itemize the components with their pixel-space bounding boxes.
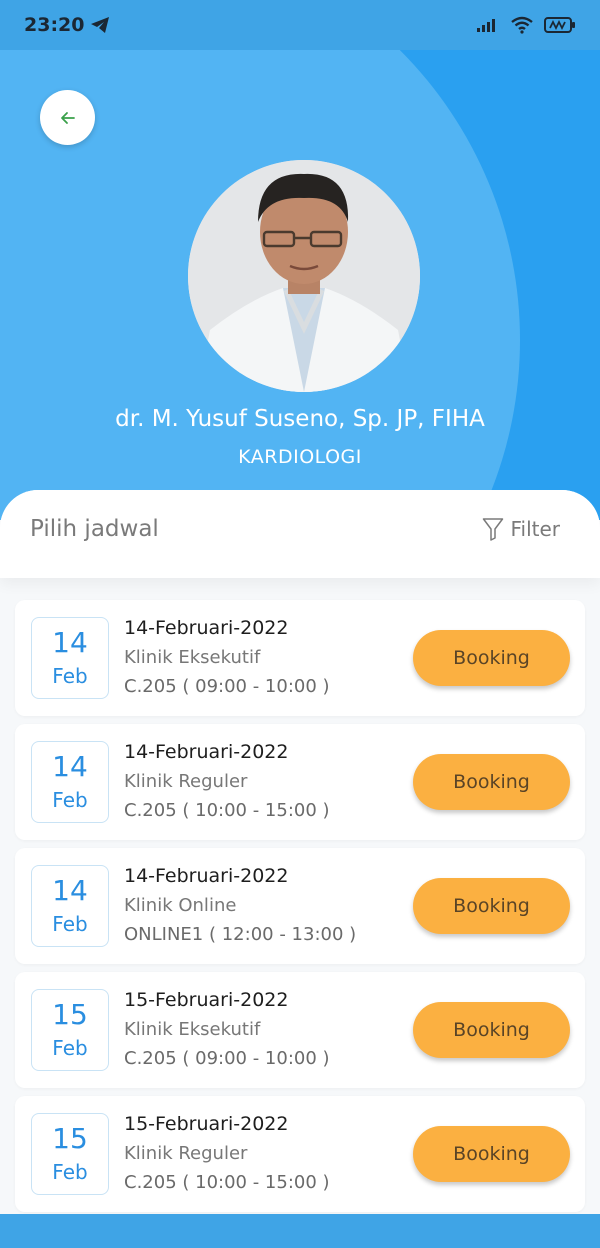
booking-button[interactable]: Booking	[413, 630, 570, 686]
schedule-info: 14-Februari-2022 Klinik Reguler C.205 ( …	[124, 738, 330, 825]
schedule-date: 14-Februari-2022	[124, 617, 289, 639]
room-time: ONLINE1 ( 12:00 - 13:00 )	[124, 924, 357, 945]
schedule-card: 14 Feb 14-Februari-2022 Klinik Reguler C…	[15, 724, 585, 840]
schedule-card: 15 Feb 15-Februari-2022 Klinik Reguler C…	[15, 1096, 585, 1212]
room-time: C.205 ( 10:00 - 15:00 )	[124, 1172, 330, 1193]
clinic-name: Klinik Eksekutif	[124, 1019, 261, 1040]
date-day: 14	[52, 874, 88, 907]
filter-label: Filter	[510, 517, 560, 541]
schedule-date: 14-Februari-2022	[124, 741, 289, 763]
room-time: C.205 ( 10:00 - 15:00 )	[124, 800, 330, 821]
schedule-header: Pilih jadwal Filter	[0, 490, 600, 578]
status-icons	[476, 16, 576, 34]
room-time: C.205 ( 09:00 - 10:00 )	[124, 1048, 330, 1069]
battery-icon	[544, 17, 575, 33]
schedule-info: 15-Februari-2022 Klinik Eksekutif C.205 …	[124, 986, 330, 1073]
schedule-card: 14 Feb 14-Februari-2022 Klinik Online ON…	[15, 848, 585, 964]
clock-text: 23:20	[24, 14, 85, 36]
doctor-specialty: KARDIOLOGI	[238, 446, 362, 468]
date-badge: 14 Feb	[31, 865, 109, 947]
booking-button[interactable]: Booking	[413, 1126, 570, 1182]
date-month: Feb	[52, 1160, 88, 1184]
back-button[interactable]	[40, 90, 95, 145]
date-badge: 14 Feb	[31, 741, 109, 823]
room-time: C.205 ( 09:00 - 10:00 )	[124, 676, 330, 697]
schedule-panel: Pilih jadwal Filter 14 Feb 14-Februari-2…	[0, 490, 600, 1220]
date-day: 14	[52, 750, 88, 783]
booking-button[interactable]: Booking	[413, 878, 570, 934]
schedule-info: 14-Februari-2022 Klinik Online ONLINE1 (…	[124, 862, 356, 949]
telegram-icon	[91, 17, 110, 33]
date-badge: 14 Feb	[31, 617, 109, 699]
funnel-icon	[483, 518, 504, 541]
date-month: Feb	[52, 788, 88, 812]
schedule-card: 14 Feb 14-Februari-2022 Klinik Eksekutif…	[15, 600, 585, 716]
signal-icon	[477, 19, 495, 32]
booking-button[interactable]: Booking	[413, 1002, 570, 1058]
doctor-name: dr. M. Yusuf Suseno, Sp. JP, FIHA	[115, 406, 485, 432]
clinic-name: Klinik Online	[124, 895, 237, 916]
status-time: 23:20	[24, 14, 110, 36]
date-badge: 15 Feb	[31, 989, 109, 1071]
schedule-list: 14 Feb 14-Februari-2022 Klinik Eksekutif…	[15, 600, 585, 1220]
arrow-left-icon	[60, 111, 75, 124]
schedule-date: 15-Februari-2022	[124, 989, 289, 1011]
date-month: Feb	[52, 912, 88, 936]
date-badge: 15 Feb	[31, 1113, 109, 1195]
schedule-info: 14-Februari-2022 Klinik Eksekutif C.205 …	[124, 614, 330, 701]
date-day: 15	[52, 1122, 88, 1155]
schedule-date: 15-Februari-2022	[124, 1113, 289, 1135]
date-day: 15	[52, 998, 88, 1031]
schedule-info: 15-Februari-2022 Klinik Reguler C.205 ( …	[124, 1110, 330, 1197]
booking-button[interactable]: Booking	[413, 754, 570, 810]
bottom-navigation-bar	[0, 1214, 600, 1248]
date-month: Feb	[52, 664, 88, 688]
schedule-card: 15 Feb 15-Februari-2022 Klinik Eksekutif…	[15, 972, 585, 1088]
clinic-name: Klinik Reguler	[124, 771, 248, 792]
schedule-title: Pilih jadwal	[30, 516, 159, 542]
schedule-date: 14-Februari-2022	[124, 865, 289, 887]
doctor-avatar	[188, 160, 420, 392]
filter-button[interactable]: Filter	[482, 517, 560, 541]
doctor-photo	[188, 160, 420, 392]
date-day: 14	[52, 626, 88, 659]
wifi-icon	[511, 16, 533, 34]
clinic-name: Klinik Reguler	[124, 1143, 248, 1164]
status-bar: 23:20	[0, 0, 600, 50]
date-month: Feb	[52, 1036, 88, 1060]
clinic-name: Klinik Eksekutif	[124, 647, 261, 668]
